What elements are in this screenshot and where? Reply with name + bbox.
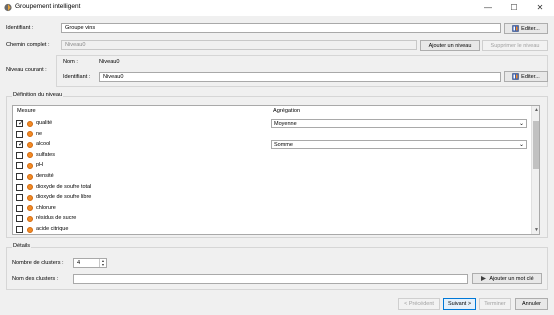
app-icon	[4, 3, 12, 12]
measure-checkbox[interactable]	[16, 151, 23, 159]
measure-name: ne	[36, 130, 43, 137]
table-row[interactable]: pH	[13, 161, 531, 172]
niveau-id-label: Identifiant :	[63, 74, 91, 80]
measure-checkbox[interactable]	[16, 162, 23, 170]
measure-name: densité	[36, 173, 54, 179]
col-agregation-header: Agrégation	[273, 108, 301, 114]
nom-value: Niveau0	[99, 59, 120, 65]
finish-button: Terminer	[479, 298, 511, 310]
measure-name: acide citrique	[36, 226, 69, 232]
measure-icon	[27, 141, 33, 148]
previous-button: < Précédent	[398, 298, 440, 310]
aggregation-select[interactable]: Somme ⌄	[271, 140, 527, 150]
cancel-button[interactable]: Annuler	[515, 298, 548, 310]
measure-checkbox[interactable]	[16, 226, 23, 233]
measure-checkbox[interactable]	[16, 183, 23, 191]
checkmark-icon: ✓	[18, 141, 24, 149]
window-title: Groupement intelligent	[15, 3, 81, 10]
measure-icon	[27, 205, 33, 212]
aggregation-select[interactable]: Moyenne ⌄	[271, 119, 527, 128]
identifiant-edit-label: Editer...	[521, 25, 540, 32]
remove-level-button: Supprimer le niveau	[482, 40, 548, 51]
aggregation-value: Somme	[274, 142, 293, 149]
niveau-edit-button[interactable]: Editer...	[504, 71, 548, 82]
niveau-edit-label: Editer...	[521, 73, 540, 80]
edit-icon	[512, 25, 519, 32]
keyword-icon	[481, 276, 487, 281]
table-row[interactable]: ✓ alcool Somme ⌄	[13, 140, 531, 151]
measure-name: résidus de sucre	[36, 215, 77, 222]
measure-icon	[27, 173, 33, 180]
edit-icon	[512, 73, 519, 80]
measure-checkbox[interactable]	[16, 130, 23, 138]
clusters-label: Nombre de clusters :	[12, 260, 64, 266]
details-title: Détails	[12, 243, 32, 249]
minimize-button[interactable]: —	[475, 1, 501, 14]
niveau-id-field[interactable]: Niveau0	[99, 72, 501, 82]
measure-name: sulfates	[36, 151, 55, 158]
measure-icon	[27, 131, 33, 138]
measure-name: dioxyde de soufre total	[36, 183, 92, 190]
measure-icon	[27, 194, 33, 201]
table-row[interactable]: dioxyde de soufre libre	[13, 193, 531, 204]
niveau-group	[56, 55, 548, 87]
chevron-down-icon: ⌄	[518, 121, 524, 127]
aggregation-value: Moyenne	[274, 121, 297, 127]
maximize-button[interactable]: ☐	[501, 1, 527, 14]
identifiant-edit-button[interactable]: Editer...	[504, 23, 548, 34]
table-row[interactable]: densité	[13, 172, 531, 183]
niveau-label: Niveau courant :	[6, 67, 47, 73]
measure-icon	[27, 120, 33, 127]
add-keyword-button[interactable]: Ajouter un mot clé	[472, 273, 542, 284]
chemin-label: Chemin complet :	[6, 42, 50, 48]
identifiant-label: Identifiant :	[6, 25, 34, 31]
measures-table: Mesure Agrégation ✓ qualité Moyenne ⌄ ne ✓ alc…	[12, 105, 540, 235]
measure-name: chlorure	[36, 204, 56, 211]
close-button[interactable]: ✕	[527, 1, 553, 14]
clusters-spinner[interactable]: 4 ▲ ▼	[73, 258, 107, 268]
table-scrollbar[interactable]: ▲ ▼	[531, 106, 539, 234]
measure-name: pH	[36, 162, 44, 169]
checkmark-icon: ✓	[18, 120, 24, 127]
measure-name: dioxyde de soufre libre	[36, 194, 92, 201]
table-row[interactable]: ✓ qualité Moyenne ⌄	[13, 119, 531, 130]
chemin-field: Niveau0	[61, 40, 417, 50]
col-mesure-header: Mesure	[17, 108, 36, 114]
table-row[interactable]: sulfates	[13, 151, 531, 162]
measure-name: qualité	[36, 120, 53, 126]
measure-icon	[27, 184, 33, 191]
cluster-names-field[interactable]	[73, 274, 468, 284]
next-button[interactable]: Suivant >	[443, 298, 476, 310]
measure-checkbox[interactable]	[16, 194, 23, 202]
table-row[interactable]: dioxyde de soufre total	[13, 183, 531, 194]
measure-icon	[27, 215, 33, 222]
measure-checkbox[interactable]: ✓	[16, 141, 24, 149]
measure-checkbox[interactable]	[16, 173, 23, 180]
title-bar: Groupement intelligent — ☐ ✕	[0, 0, 554, 16]
measure-checkbox[interactable]	[16, 215, 23, 223]
chevron-down-icon: ⌄	[518, 142, 524, 149]
measure-icon	[27, 226, 33, 233]
table-row[interactable]: acide citrique	[13, 225, 531, 234]
clusters-value: 4	[77, 260, 81, 266]
table-row[interactable]: ne	[13, 130, 531, 141]
measure-checkbox[interactable]	[16, 204, 23, 212]
cluster-names-label: Nom des clusters :	[12, 276, 59, 282]
measure-icon	[27, 152, 33, 159]
scroll-thumb[interactable]	[533, 121, 539, 169]
table-row[interactable]: résidus de sucre	[13, 214, 531, 225]
definition-title: Définition du niveau	[12, 92, 64, 98]
spinner-arrows-icon[interactable]: ▲ ▼	[99, 259, 106, 267]
add-level-button[interactable]: Ajouter un niveau	[420, 40, 480, 51]
measure-name: alcool	[36, 141, 51, 148]
scroll-up-icon[interactable]: ▲	[532, 106, 539, 114]
measure-checkbox[interactable]: ✓	[16, 120, 24, 127]
nom-label: Nom :	[63, 59, 78, 65]
measure-icon	[27, 162, 33, 169]
table-row[interactable]: chlorure	[13, 204, 531, 215]
add-keyword-label: Ajouter un mot clé	[489, 275, 534, 282]
identifiant-field[interactable]: Groupe vins	[61, 23, 501, 33]
scroll-down-icon[interactable]: ▼	[532, 226, 539, 234]
